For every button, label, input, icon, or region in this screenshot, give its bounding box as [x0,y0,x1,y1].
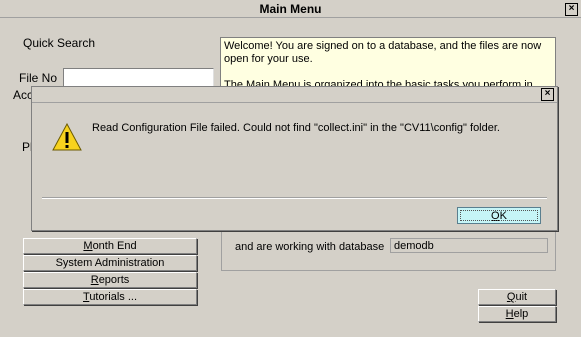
reports-accel: R [90,274,99,286]
database-value: demodb [390,238,548,253]
system-administration-button[interactable]: System Administration [23,255,197,271]
title-bar: Main Menu × [0,0,581,18]
dialog-separator [42,197,547,199]
ok-button[interactable]: OK [457,207,541,224]
month-end-label: onth End [92,240,137,252]
error-dialog: × Read Configuration File failed. Could … [31,86,558,231]
partial-label-acc: Acc [13,88,34,102]
welcome-message: Welcome! You are signed on to a database… [220,37,556,90]
tutorials-button[interactable]: Tutorials ... [23,289,197,305]
database-label: and are working with database [235,241,385,253]
help-accel: H [505,308,514,320]
quit-button[interactable]: Quit [478,289,556,305]
help-label: elp [513,308,529,320]
file-no-input[interactable] [63,68,214,87]
dialog-message: Read Configuration File failed. Could no… [92,122,500,134]
help-button[interactable]: Help [478,306,556,322]
month-end-button[interactable]: Month End [23,238,197,254]
quick-search-label: Quick Search [23,36,96,50]
window-title: Main Menu [259,2,322,16]
dialog-close-button[interactable]: × [541,88,554,101]
tutorials-label: utorials ... [89,291,137,303]
welcome-line-1: Welcome! You are signed on to a database… [224,40,542,65]
warning-icon [52,123,82,151]
dialog-title-bar: × [32,87,557,103]
reports-label: eports [98,274,130,286]
system-administration-label: System Administration [55,257,165,269]
ok-focus-rect [460,210,538,221]
file-no-label: File No [19,71,58,85]
window-close-button[interactable]: × [565,3,578,16]
quit-label: uit [515,291,528,303]
month-end-accel: M [83,240,93,252]
reports-button[interactable]: Reports [23,272,197,288]
